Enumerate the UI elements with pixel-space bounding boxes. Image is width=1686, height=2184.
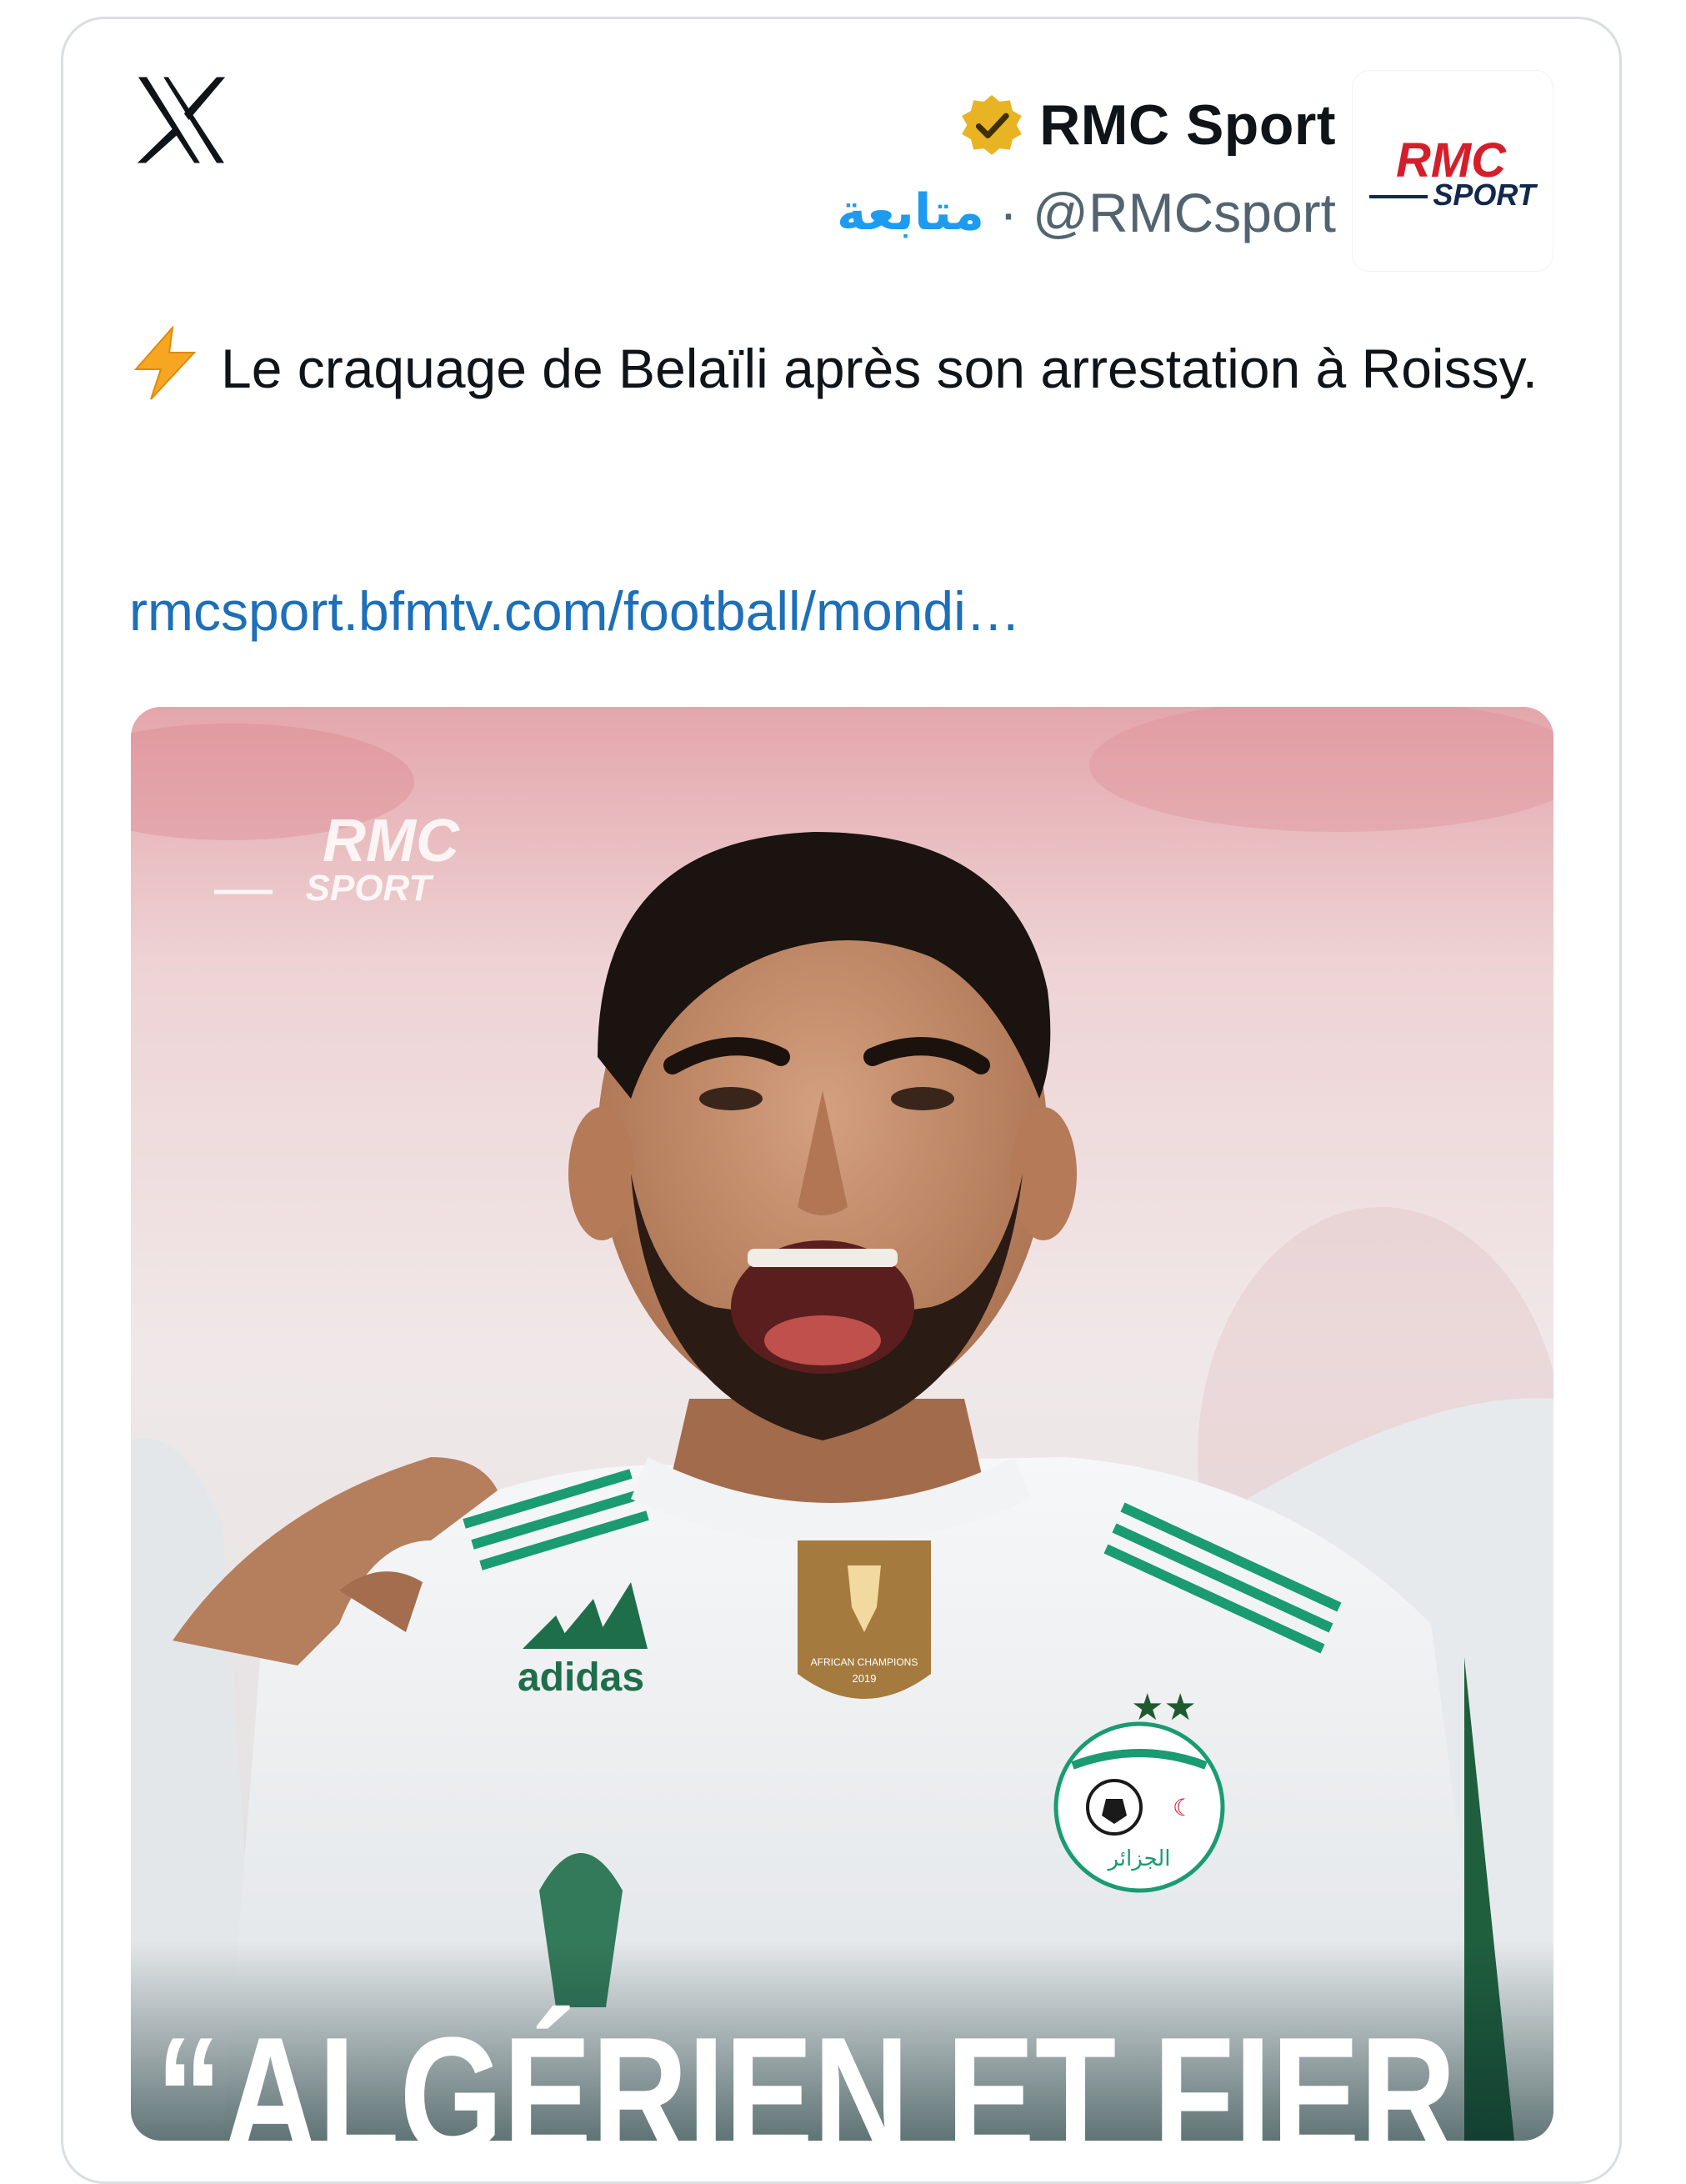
tweet-body: Le craquage de Belaïli après son arresta… (221, 338, 1538, 399)
author-handle[interactable]: @RMCsport (1033, 181, 1336, 244)
follow-button[interactable]: متابعة (837, 183, 984, 242)
author-name-row: RMC Sport (503, 79, 1336, 171)
tweet-author: RMC Sport متابعة · @RMCsport (503, 79, 1336, 263)
adidas-wordmark: adidas (518, 1656, 644, 1700)
image-headline: “ALGÉRIEN ET FIER (156, 2003, 1456, 2141)
badge-text-2: 2019 (853, 1672, 877, 1685)
svg-text:☾: ☾ (1173, 1794, 1193, 1821)
watermark-sport: SPORT (306, 868, 434, 909)
african-champions-badge: AFRICAN CHAMPIONS 2019 (798, 1540, 931, 1699)
badge-text-1: AFRICAN CHAMPIONS (811, 1656, 918, 1668)
crest-text: الجزائر (1106, 1846, 1170, 1871)
watermark-rmc: RMC (323, 808, 460, 874)
author-handle-row: متابعة · @RMCsport (503, 171, 1336, 254)
verified-badge-icon (959, 93, 1024, 158)
lightning-bolt-icon (129, 326, 201, 401)
algeria-crest: ☾ الجزائر (1053, 1721, 1225, 1893)
tweet-image[interactable]: RMC SPORT adidas AFRICAN CHAMPIONS 2019 … (131, 707, 1553, 2141)
separator-dot: · (998, 182, 1018, 243)
rmc-sport-logo: RMC SPORT (1369, 133, 1538, 212)
author-display-name[interactable]: RMC Sport (1039, 93, 1336, 158)
avatar-logo-sport: SPORT (1433, 178, 1538, 212)
article-link[interactable]: rmcsport.bfmtv.com/football/mondi… (129, 579, 1021, 643)
tweet-text: Le craquage de Belaïli après son arresta… (129, 325, 1546, 412)
x-logo-icon[interactable] (133, 73, 229, 167)
author-avatar[interactable]: RMC SPORT (1353, 71, 1553, 271)
